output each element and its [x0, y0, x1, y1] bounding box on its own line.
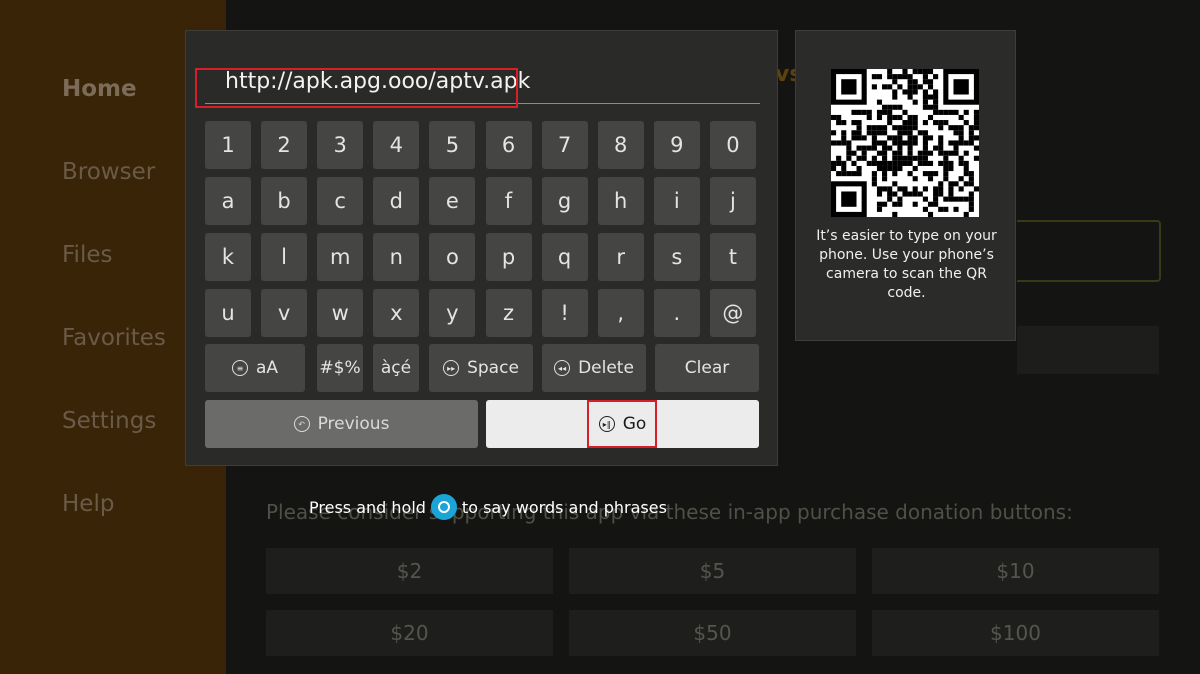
- donation-button-20[interactable]: $20: [266, 610, 553, 656]
- key-1-7[interactable]: h: [597, 177, 644, 225]
- voice-hint: Press and hold to say words and phrases: [309, 494, 667, 520]
- key-0-5[interactable]: 6: [485, 121, 532, 169]
- clear-key[interactable]: Clear: [655, 344, 759, 392]
- key-0-6[interactable]: 7: [541, 121, 588, 169]
- key-2-5[interactable]: p: [485, 233, 532, 281]
- key-3-6[interactable]: !: [541, 289, 588, 337]
- delete-key-label: Delete: [578, 358, 634, 378]
- key-3-4[interactable]: y: [429, 289, 476, 337]
- qr-caption: It’s easier to type on your phone. Use y…: [816, 228, 997, 301]
- key-0-1[interactable]: 2: [261, 121, 308, 169]
- key-0-3[interactable]: 4: [373, 121, 420, 169]
- key-2-4[interactable]: o: [429, 233, 476, 281]
- key-2-6[interactable]: q: [541, 233, 588, 281]
- key-3-7[interactable]: ,: [597, 289, 644, 337]
- rewind-icon: ◂◂: [554, 360, 571, 376]
- space-key[interactable]: ▸▸ Space: [429, 344, 533, 392]
- symbols-key[interactable]: #$%: [317, 344, 363, 392]
- space-key-label: Space: [467, 358, 519, 378]
- accents-key[interactable]: àçé: [373, 344, 419, 392]
- keyboard-panel: http://apk.apg.ooo/aptv.apk ≡ aA #$% àçé…: [185, 30, 778, 466]
- key-1-1[interactable]: b: [261, 177, 308, 225]
- sidebar-item-help[interactable]: Help: [62, 491, 114, 517]
- key-2-7[interactable]: r: [597, 233, 644, 281]
- key-3-8[interactable]: .: [653, 289, 700, 337]
- url-highlight-box: [195, 68, 518, 108]
- key-1-0[interactable]: a: [205, 177, 251, 225]
- key-1-6[interactable]: g: [541, 177, 588, 225]
- donation-button-5[interactable]: $5: [569, 548, 856, 594]
- key-1-8[interactable]: i: [653, 177, 700, 225]
- key-0-9[interactable]: 0: [709, 121, 756, 169]
- go-highlight-box: [587, 400, 657, 448]
- previous-button[interactable]: ↶ Previous: [205, 400, 478, 448]
- menu-icon: ≡: [231, 360, 248, 376]
- key-2-0[interactable]: k: [205, 233, 251, 281]
- sidebar-item-favorites[interactable]: Favorites: [62, 325, 166, 351]
- donation-button-50[interactable]: $50: [569, 610, 856, 656]
- key-2-8[interactable]: s: [653, 233, 700, 281]
- key-2-1[interactable]: l: [261, 233, 308, 281]
- case-toggle-key[interactable]: ≡ aA: [205, 344, 305, 392]
- key-1-5[interactable]: f: [485, 177, 532, 225]
- key-1-2[interactable]: c: [317, 177, 364, 225]
- key-2-9[interactable]: t: [709, 233, 756, 281]
- delete-key[interactable]: ◂◂ Delete: [542, 344, 646, 392]
- key-3-0[interactable]: u: [205, 289, 251, 337]
- sidebar-item-files[interactable]: Files: [62, 242, 112, 268]
- background-url-box: [1017, 220, 1161, 282]
- key-3-9[interactable]: @: [709, 289, 756, 337]
- donation-button-100[interactable]: $100: [872, 610, 1159, 656]
- alexa-icon: [430, 494, 457, 520]
- key-1-3[interactable]: d: [373, 177, 420, 225]
- sidebar-item-home[interactable]: Home: [62, 76, 137, 102]
- case-toggle-label: aA: [255, 358, 279, 378]
- key-0-4[interactable]: 5: [429, 121, 476, 169]
- voice-hint-after: to say words and phrases: [461, 497, 667, 517]
- back-icon: ↶: [293, 416, 310, 432]
- key-1-9[interactable]: j: [709, 177, 756, 225]
- qr-panel: It’s easier to type on your phone. Use y…: [795, 30, 1016, 341]
- voice-hint-before: Press and hold: [309, 497, 426, 517]
- fast-forward-icon: ▸▸: [443, 360, 460, 376]
- qr-code-icon: [831, 69, 979, 217]
- key-3-1[interactable]: v: [261, 289, 308, 337]
- sidebar-item-settings[interactable]: Settings: [62, 408, 156, 434]
- key-0-0[interactable]: 1: [205, 121, 251, 169]
- key-0-2[interactable]: 3: [317, 121, 364, 169]
- background-go-box: [1017, 326, 1159, 374]
- key-2-3[interactable]: n: [373, 233, 420, 281]
- key-0-8[interactable]: 9: [653, 121, 700, 169]
- donation-button-10[interactable]: $10: [872, 548, 1159, 594]
- key-0-7[interactable]: 8: [597, 121, 644, 169]
- key-3-2[interactable]: w: [317, 289, 364, 337]
- key-3-5[interactable]: z: [485, 289, 532, 337]
- key-1-4[interactable]: e: [429, 177, 476, 225]
- key-2-2[interactable]: m: [317, 233, 364, 281]
- previous-button-label: Previous: [317, 414, 390, 434]
- key-3-3[interactable]: x: [373, 289, 420, 337]
- sidebar-item-browser[interactable]: Browser: [62, 159, 155, 185]
- donation-button-2[interactable]: $2: [266, 548, 553, 594]
